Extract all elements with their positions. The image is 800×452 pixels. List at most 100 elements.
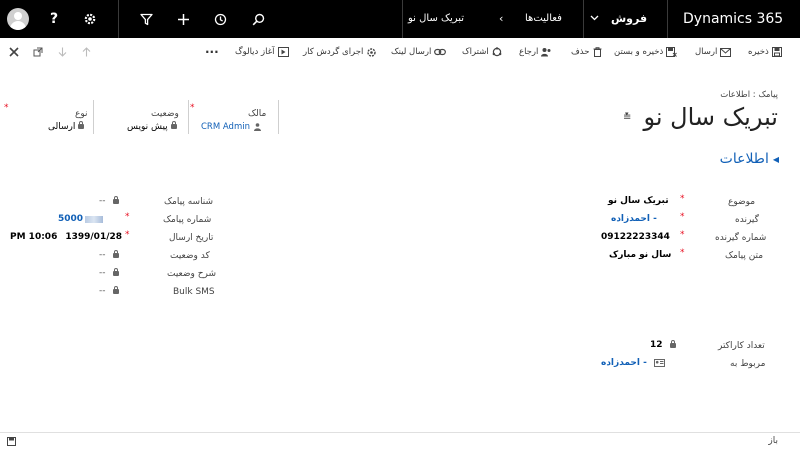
trash-icon [593,47,602,57]
lock-icon [112,285,119,294]
top-nav-bar: ? تبریک سال نو ‹ فعالیت‌ها [0,0,800,38]
link-icon [434,48,447,56]
type-value: ارسالی [48,122,76,132]
lock-icon [112,267,119,276]
field-value-status-description-text: -- [99,268,106,278]
field-value-subject[interactable]: تبریک سال نو [608,196,669,206]
close-button[interactable] [9,45,19,59]
lock-icon [170,121,177,129]
send-time[interactable]: PM 10:06 [10,232,57,242]
search-button[interactable] [240,0,276,38]
run-workflow-button[interactable]: اجرای گردش کار [303,45,377,59]
more-icon: ... [205,42,219,56]
help-button[interactable]: ? [36,0,72,38]
entity-breadcrumb: پیامک : اطلاعات [720,90,778,100]
save-close-icon [666,47,678,57]
filter-icon [139,13,153,25]
breadcrumb-section[interactable]: فعالیت‌ها [525,0,562,38]
field-label-status-code: کد وضعیت [170,251,210,261]
open-window-button[interactable] [33,45,43,59]
delete-label: حذف [571,47,590,57]
field-label-bulk-sms: Bulk SMS [173,287,215,297]
status-bar: باز [0,432,800,452]
send-label: ارسال [695,47,718,57]
section-header-info[interactable]: ◀ اطلاعات [720,151,779,167]
record-title[interactable]: تبریک سال نو [643,103,778,131]
close-icon [9,47,19,57]
owner-value[interactable]: CRM Admin [201,122,250,132]
more-commands-button[interactable]: ... [205,42,219,56]
help-icon: ? [49,11,59,27]
triangle-icon: ◀ [772,154,779,164]
field-value-regarding[interactable]: - احمدزاده [601,358,665,368]
arrow-down-icon [58,47,67,57]
settings-button[interactable] [72,0,108,38]
status-field: پیش نویس [127,121,177,132]
arrow-up-icon [82,47,91,57]
contact-card-icon [653,359,665,367]
avatar [7,8,29,30]
required-asterisk: * [680,212,685,222]
required-asterisk: * [680,248,685,258]
assign-label: ارجاع [519,47,539,57]
email-link-button[interactable]: ارسال لینک [391,45,447,59]
quick-create-button[interactable] [165,0,201,38]
app-title[interactable]: Dynamics 365 [683,0,783,38]
status-value: پیش نویس [127,122,168,132]
header-divider [278,100,279,134]
popout-icon [33,47,43,57]
required-asterisk: * [680,230,685,240]
save-button[interactable]: ذخیره [748,45,782,59]
field-value-bulk-sms: -- [99,285,119,296]
field-value-recipient[interactable]: - احمدزاده [611,214,657,224]
breadcrumb-section-label: فعالیت‌ها [525,13,562,24]
lock-icon [669,339,676,348]
filter-button[interactable] [128,0,164,38]
gear-icon [84,13,96,25]
required-asterisk: * [125,230,130,240]
share-button[interactable]: اشتراک [462,45,502,59]
field-label-char-count: تعداد کاراکتر [718,341,765,351]
type-label: نوع [75,109,88,119]
recent-records-button[interactable] [202,0,238,38]
dialog-icon [277,47,289,57]
save-and-close-button[interactable]: ذخیره و بستن [614,45,678,59]
field-label-subject: موضوع [728,197,756,207]
app-title-label: Dynamics 365 [683,11,784,27]
lock-icon [112,195,119,204]
save-and-close-label: ذخیره و بستن [614,47,664,57]
owner-label: مالک [248,109,267,119]
field-label-message-text: متن پیامک [725,251,764,261]
field-value-recipient-number[interactable]: 09122223344 [601,232,670,242]
required-asterisk: * [125,212,130,222]
chevron-down-icon: ▾ [625,110,629,118]
send-button[interactable]: ارسال [695,45,732,59]
next-record-button[interactable] [58,45,67,59]
field-value-status-code-text: -- [99,250,106,260]
send-date[interactable]: 1399/01/28 [65,232,122,242]
area-dropdown[interactable]: فروش [590,0,647,38]
required-asterisk: * [190,103,195,113]
breadcrumb-record[interactable]: تبریک سال نو [408,0,464,38]
delete-button[interactable]: حذف [571,45,602,59]
regarding-link[interactable]: - احمدزاده [601,358,647,368]
previous-record-button[interactable] [82,45,91,59]
assign-button[interactable]: ارجاع [519,45,552,59]
lock-icon [78,121,85,129]
run-workflow-label: اجرای گردش کار [303,47,364,57]
field-value-status-description: -- [99,267,119,278]
workflow-icon [367,47,377,57]
chevron-down-icon [590,1,599,39]
owner-lookup[interactable]: CRM Admin [201,122,261,132]
field-value-send-date[interactable]: PM 10:06 1399/01/28 [10,232,122,242]
plus-icon [177,13,189,25]
save-icon[interactable] [7,437,16,446]
user-avatar-button[interactable] [0,0,36,38]
breadcrumb-record-label: تبریک سال نو [408,13,465,24]
field-value-sms-number[interactable]: 5000 [58,214,104,224]
field-value-bulk-sms-text: -- [99,286,106,296]
field-label-status-description: شرح وضعیت [167,269,217,279]
field-label-sms-id: شناسه پیامک [164,197,214,207]
start-dialog-button[interactable]: آغاز دیالوگ [235,45,289,59]
field-value-message-text[interactable]: سال نو مبارک [609,250,671,260]
